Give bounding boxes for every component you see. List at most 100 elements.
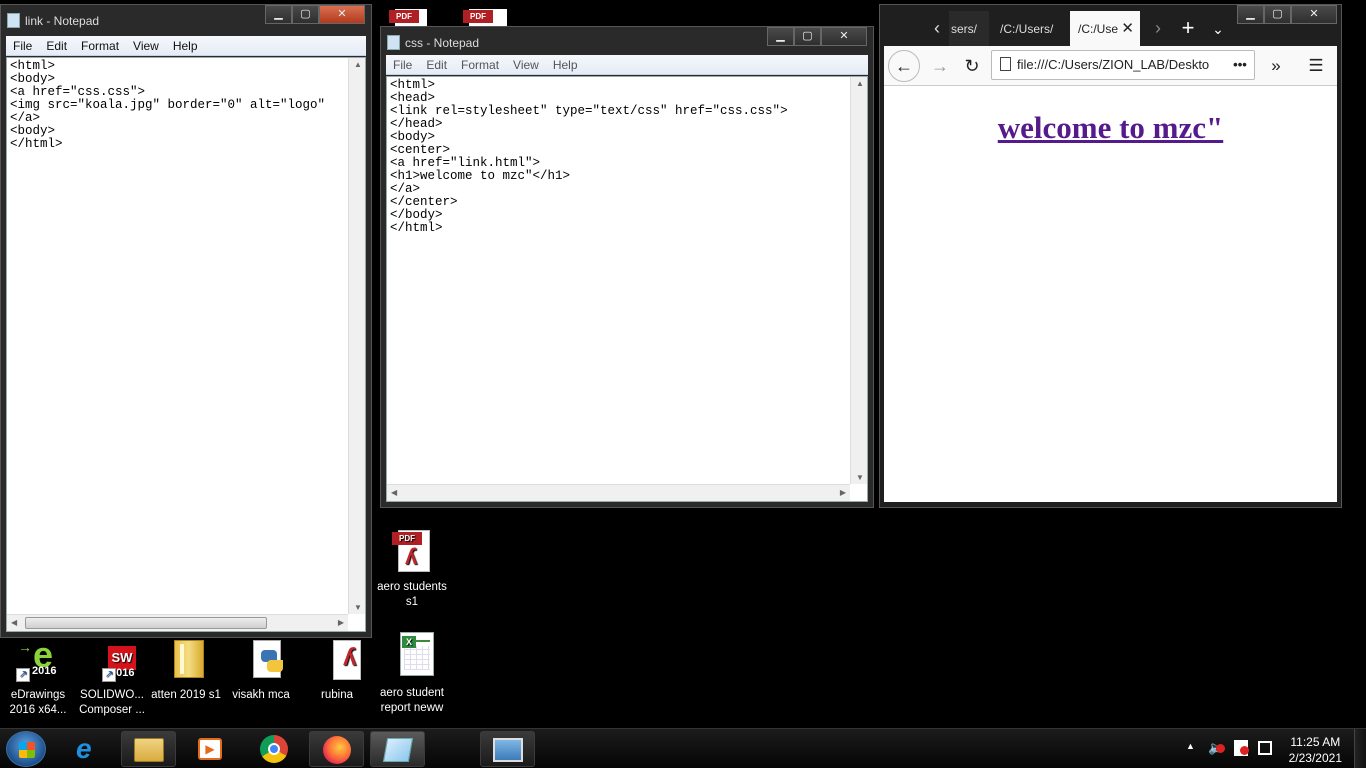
text-editor[interactable]: <html> <body> <a href="css.css"> <img sr… xyxy=(6,57,366,632)
maximize-button[interactable]: ▢ xyxy=(1264,5,1291,24)
back-button[interactable]: ← xyxy=(888,50,920,82)
desktop-icon-aero-students-s1[interactable]: PDF ʎ aero students s1 xyxy=(374,528,450,610)
media-player-icon: ▶ xyxy=(198,738,222,760)
start-button[interactable] xyxy=(6,731,46,767)
editor-text[interactable]: <html> <head> <link rel=stylesheet" type… xyxy=(390,79,788,235)
menu-edit[interactable]: Edit xyxy=(39,36,74,55)
edrawings-icon: e → 2016 ↗ xyxy=(16,634,57,682)
maximize-button[interactable]: ▢ xyxy=(794,27,821,46)
desktop-icon-edrawings[interactable]: e → 2016 ↗ eDrawings 2016 x64... xyxy=(0,634,76,718)
reload-button[interactable]: ↻ xyxy=(958,50,986,82)
overflow-icon[interactable]: » xyxy=(1264,50,1288,82)
desktop-icon-visakh-mca[interactable]: visakh mca xyxy=(223,638,299,703)
maximize-button[interactable]: ▢ xyxy=(292,5,319,24)
url-text[interactable]: file:///C:/Users/ZION_LAB/Deskto xyxy=(1017,57,1209,72)
menu-file[interactable]: File xyxy=(386,55,419,74)
close-tab-icon[interactable]: ✕ xyxy=(1121,11,1134,47)
browser-tab[interactable]: sers/ xyxy=(949,11,989,47)
menu-help[interactable]: Help xyxy=(546,55,585,74)
scroll-thumb[interactable] xyxy=(25,617,267,629)
page-heading-link[interactable]: welcome to mzc" xyxy=(884,110,1337,146)
title-bar[interactable]: link - Notepad ▁ ▢ ✕ xyxy=(1,5,371,35)
minimize-button[interactable]: ▁ xyxy=(767,27,794,46)
menu-view[interactable]: View xyxy=(126,36,166,55)
picture-viewer-icon xyxy=(493,738,523,762)
pdf-icon: PDF ʎ xyxy=(392,528,432,574)
window-title: link - Notepad xyxy=(25,14,100,28)
notepad-link-window[interactable]: link - Notepad ▁ ▢ ✕ File Edit Format Vi… xyxy=(0,4,372,638)
action-center-icon[interactable] xyxy=(1234,740,1249,756)
firefox-window[interactable]: ‹ sers/ /C:/Users/ /C:/Use ✕ › + ⌄ ▁ ▢ ✕… xyxy=(879,4,1342,508)
tab-title: /C:/Use xyxy=(1078,22,1119,36)
desktop-icon-atten-2019-s1[interactable]: atten 2019 s1 xyxy=(148,638,224,703)
menu-help[interactable]: Help xyxy=(166,36,205,55)
editor-text[interactable]: <html> <body> <a href="css.css"> <img sr… xyxy=(10,60,325,151)
windows-logo-icon xyxy=(19,742,35,758)
taskbar-picture-viewer[interactable] xyxy=(480,731,535,767)
menu-file[interactable]: File xyxy=(6,36,39,55)
vertical-scrollbar[interactable]: ▲ ▼ xyxy=(348,58,365,614)
show-desktop-button[interactable] xyxy=(1354,729,1366,768)
horizontal-scrollbar[interactable]: ◀ ▶ xyxy=(387,484,850,501)
vertical-scrollbar[interactable]: ▲ ▼ xyxy=(850,77,867,484)
tab-scroll-right-icon[interactable]: › xyxy=(1146,11,1170,47)
notepad-icon xyxy=(7,13,20,28)
navigation-toolbar: ← → ↻ file:///C:/Users/ZION_LAB/Deskto •… xyxy=(884,46,1337,86)
notepad-icon xyxy=(382,738,414,762)
menu-bar: File Edit Format View Help xyxy=(386,55,868,75)
desktop-icon-label: atten 2019 s1 xyxy=(151,689,221,701)
desktop-icon-solidworks-composer[interactable]: SW 2016 ↗ SOLIDWO... Composer ... xyxy=(74,638,150,718)
tab-scroll-left-icon[interactable]: ‹ xyxy=(925,11,949,47)
taskbar-notepad[interactable] xyxy=(370,731,425,767)
minimize-button[interactable]: ▁ xyxy=(265,5,292,24)
taskbar-chrome[interactable] xyxy=(247,731,302,767)
spreadsheet-icon: X xyxy=(388,630,436,682)
page-icon xyxy=(1000,57,1011,71)
menu-icon[interactable]: ☰ xyxy=(1304,50,1328,82)
desktop-icon-aero-student-report[interactable]: X aero student report neww xyxy=(374,630,450,716)
pdf-tag: PDF xyxy=(463,10,493,23)
new-tab-icon[interactable]: + xyxy=(1176,11,1200,47)
internet-explorer-icon: e xyxy=(76,733,92,764)
close-button[interactable]: ✕ xyxy=(821,27,867,46)
horizontal-scrollbar[interactable]: ◀ ▶ xyxy=(7,614,348,631)
tab-title: sers/ xyxy=(951,22,978,36)
taskbar-explorer[interactable] xyxy=(121,731,176,767)
page-content: welcome to mzc" xyxy=(884,86,1337,502)
list-all-tabs-icon[interactable]: ⌄ xyxy=(1206,11,1230,47)
desktop-icon-label: rubina xyxy=(321,689,353,701)
desktop-icon-label: aero student report neww xyxy=(380,687,444,714)
volume-muted-icon[interactable]: 🔈 xyxy=(1208,740,1226,756)
show-hidden-icons[interactable]: ▲ xyxy=(1186,741,1195,751)
desktop-icon-rubina[interactable]: ʎ rubina xyxy=(299,638,375,703)
page-actions-icon[interactable]: ••• xyxy=(1226,51,1254,79)
taskbar-firefox[interactable] xyxy=(309,731,364,767)
firefox-icon xyxy=(323,736,351,764)
forward-button[interactable]: → xyxy=(926,50,954,82)
menu-edit[interactable]: Edit xyxy=(419,55,454,74)
browser-tab[interactable]: /C:/Users/ xyxy=(992,11,1066,47)
folder-icon xyxy=(134,738,164,762)
menu-format[interactable]: Format xyxy=(454,55,506,74)
pdf-icon: ʎ xyxy=(313,638,361,684)
close-button[interactable]: ✕ xyxy=(1291,5,1337,24)
taskbar-internet-explorer[interactable]: e xyxy=(64,731,119,767)
clock[interactable]: 11:25 AM 2/23/2021 xyxy=(1289,734,1342,766)
menu-format[interactable]: Format xyxy=(74,36,126,55)
taskbar-media-player[interactable]: ▶ xyxy=(184,731,239,767)
url-bar[interactable]: file:///C:/Users/ZION_LAB/Deskto ••• xyxy=(991,50,1255,80)
menu-bar: File Edit Format View Help xyxy=(6,36,366,56)
notepad-icon xyxy=(387,35,400,50)
python-icon xyxy=(237,638,285,684)
minimize-button[interactable]: ▁ xyxy=(1237,5,1264,24)
notepad-css-window[interactable]: css - Notepad ▁ ▢ ✕ File Edit Format Vie… xyxy=(380,26,874,508)
close-button[interactable]: ✕ xyxy=(319,5,365,24)
browser-tab-active[interactable]: /C:/Use ✕ xyxy=(1070,11,1140,47)
solidworks-icon: SW 2016 ↗ xyxy=(88,638,136,684)
desktop: PDF PDF PDF ʎ aero students s1 e → 2016 ↗… xyxy=(0,0,1366,768)
clock-date: 2/23/2021 xyxy=(1288,751,1342,765)
menu-view[interactable]: View xyxy=(506,55,546,74)
network-icon[interactable] xyxy=(1258,741,1272,755)
title-bar[interactable]: css - Notepad ▁ ▢ ✕ xyxy=(381,27,873,57)
text-editor[interactable]: <html> <head> <link rel=stylesheet" type… xyxy=(386,76,868,502)
